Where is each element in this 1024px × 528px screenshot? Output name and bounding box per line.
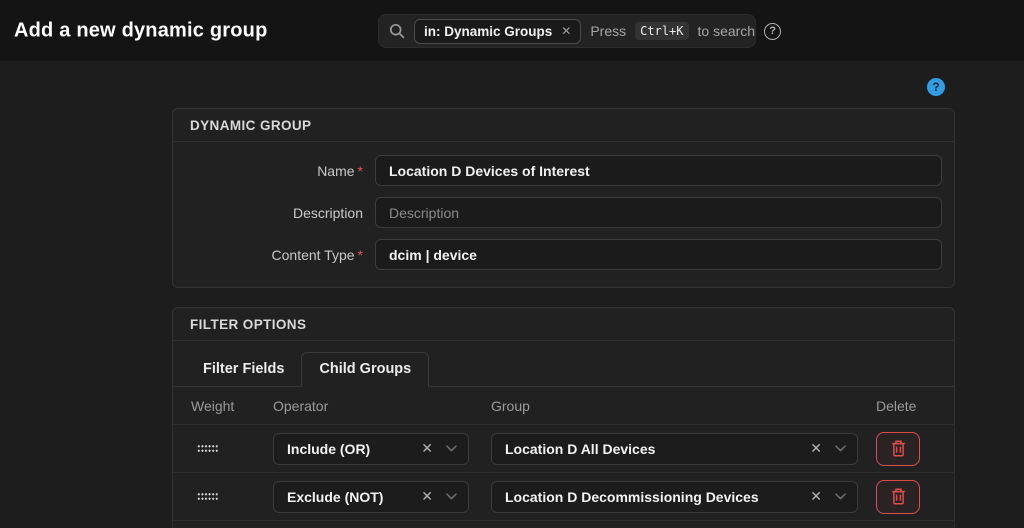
chevron-down-icon bbox=[446, 445, 457, 452]
delete-row-button[interactable] bbox=[876, 480, 920, 514]
child-groups-table-header: Weight Operator Group Delete bbox=[173, 387, 954, 425]
keyboard-shortcut-badge: Ctrl+K bbox=[635, 22, 688, 40]
required-marker: * bbox=[358, 247, 363, 263]
page-help-button[interactable]: ? bbox=[927, 78, 945, 96]
search-scope-label: in: Dynamic Groups bbox=[424, 24, 552, 39]
column-header-group: Group bbox=[491, 398, 876, 414]
tab-filter-fields[interactable]: Filter Fields bbox=[186, 353, 301, 386]
content-type-field-label: Content Type* bbox=[173, 247, 363, 263]
filter-options-panel: FILTER OPTIONS Filter Fields Child Group… bbox=[172, 307, 955, 528]
chip-close-icon[interactable]: ✕ bbox=[561, 24, 571, 38]
required-marker: * bbox=[358, 163, 363, 179]
trash-icon bbox=[891, 488, 906, 505]
operator-select[interactable]: Exclude (NOT) ✕ bbox=[273, 481, 469, 513]
to-search-label: to search bbox=[698, 23, 756, 39]
group-select-value: Location D All Devices bbox=[505, 441, 655, 457]
description-label-text: Description bbox=[293, 205, 363, 221]
dynamic-group-panel: DYNAMIC GROUP Name* Description Content … bbox=[172, 108, 955, 288]
description-field[interactable] bbox=[375, 197, 942, 228]
table-row: Exclude (NOT) ✕ Location D Decommissioni… bbox=[173, 473, 954, 521]
dynamic-group-form: Name* Description Content Type* bbox=[173, 142, 954, 270]
search-help-icon[interactable]: ? bbox=[764, 23, 781, 40]
filter-options-panel-title: FILTER OPTIONS bbox=[173, 308, 954, 341]
drag-handle-icon[interactable] bbox=[197, 444, 218, 453]
clear-icon[interactable]: ✕ bbox=[810, 440, 822, 457]
page-title: Add a new dynamic group bbox=[14, 19, 268, 42]
main-content: ? DYNAMIC GROUP Name* Description Conten… bbox=[0, 61, 1024, 528]
content-type-field-row: Content Type* bbox=[173, 239, 954, 270]
name-label-text: Name bbox=[317, 163, 354, 179]
chevron-down-icon bbox=[835, 445, 846, 452]
name-field-label: Name* bbox=[173, 163, 363, 179]
table-row: Include (OR) ✕ Location D All Devices ✕ bbox=[173, 425, 954, 473]
description-field-row: Description bbox=[173, 197, 954, 228]
name-field-row: Name* bbox=[173, 155, 954, 186]
group-select-value: Location D Decommissioning Devices bbox=[505, 489, 759, 505]
chevron-down-icon bbox=[446, 493, 457, 500]
dynamic-group-panel-title: DYNAMIC GROUP bbox=[173, 109, 954, 142]
description-field-label: Description bbox=[173, 205, 363, 221]
operator-select-value: Include (OR) bbox=[287, 441, 370, 457]
content-type-field[interactable] bbox=[375, 239, 942, 270]
group-select[interactable]: Location D All Devices ✕ bbox=[491, 433, 858, 465]
global-search-bar[interactable]: in: Dynamic Groups ✕ Press Ctrl+K to sea… bbox=[378, 14, 756, 48]
trash-icon bbox=[891, 440, 906, 457]
search-scope-chip[interactable]: in: Dynamic Groups ✕ bbox=[414, 19, 581, 44]
column-header-delete: Delete bbox=[876, 398, 956, 414]
content-type-label-text: Content Type bbox=[272, 247, 355, 263]
top-bar: Add a new dynamic group in: Dynamic Grou… bbox=[0, 0, 1024, 61]
chevron-down-icon bbox=[835, 493, 846, 500]
column-header-weight: Weight bbox=[191, 398, 273, 414]
drag-handle-icon[interactable] bbox=[197, 492, 218, 501]
name-field[interactable] bbox=[375, 155, 942, 186]
filter-tabs: Filter Fields Child Groups bbox=[173, 341, 954, 387]
delete-row-button[interactable] bbox=[876, 432, 920, 466]
clear-icon[interactable]: ✕ bbox=[421, 488, 433, 505]
column-header-operator: Operator bbox=[273, 398, 491, 414]
operator-select-value: Exclude (NOT) bbox=[287, 489, 383, 505]
search-icon bbox=[389, 23, 405, 39]
press-label: Press bbox=[590, 23, 626, 39]
operator-select[interactable]: Include (OR) ✕ bbox=[273, 433, 469, 465]
clear-icon[interactable]: ✕ bbox=[421, 440, 433, 457]
tab-child-groups[interactable]: Child Groups bbox=[301, 352, 429, 387]
group-select[interactable]: Location D Decommissioning Devices ✕ bbox=[491, 481, 858, 513]
clear-icon[interactable]: ✕ bbox=[810, 488, 822, 505]
app-window: Add a new dynamic group in: Dynamic Grou… bbox=[0, 0, 1024, 528]
